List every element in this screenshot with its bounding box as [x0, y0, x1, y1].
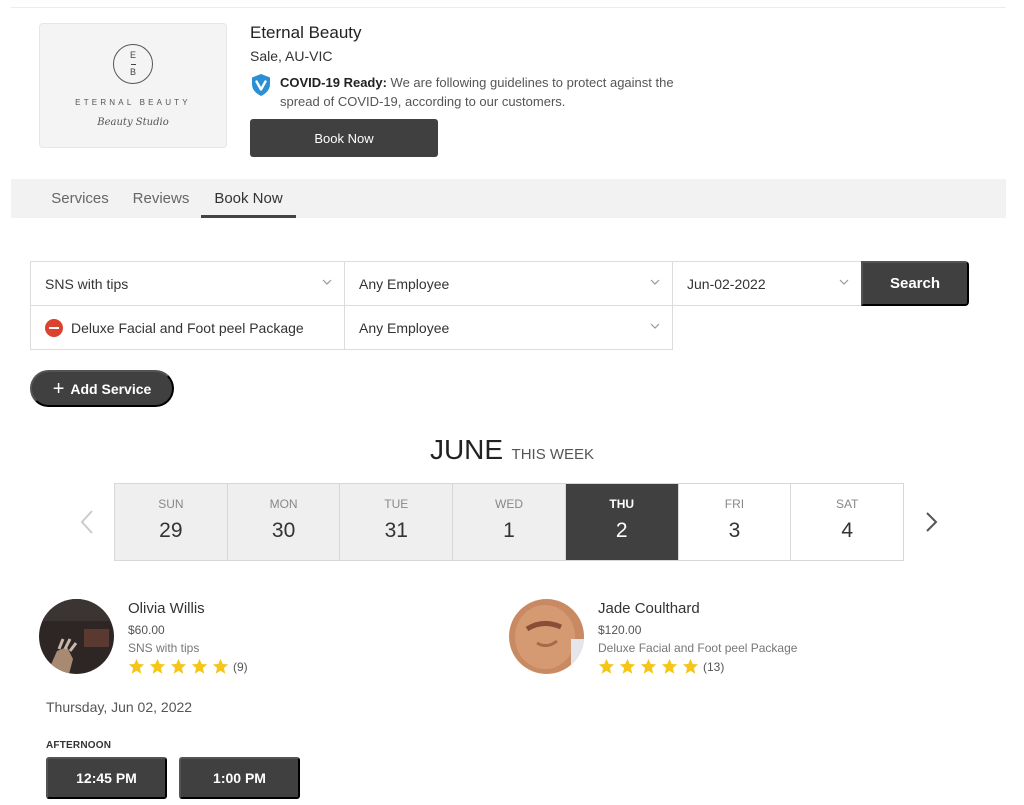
chevron-left-icon[interactable] [79, 508, 95, 536]
business-location: Sale, AU-VIC [250, 48, 333, 64]
service-select-1-value: SNS with tips [45, 275, 129, 292]
star-icon [191, 658, 208, 674]
add-service-label: Add Service [70, 380, 152, 397]
calendar-subtitle: THIS WEEK [511, 446, 595, 463]
date-select-value: Jun-02-2022 [687, 275, 766, 292]
business-logo: E B ETERNAL BEAUTY Beauty Studio [39, 23, 227, 148]
day-cell[interactable]: SAT 4 [791, 484, 904, 560]
day-name: TUE [384, 497, 409, 511]
day-number: 4 [841, 519, 854, 542]
star-icon [682, 658, 699, 674]
logo-monogram-top: E [129, 50, 136, 60]
day-name: THU [609, 497, 635, 511]
logo-monogram-bottom: B [129, 67, 136, 77]
staff-avatar [509, 599, 584, 674]
logo-name: ETERNAL BEAUTY [75, 98, 191, 107]
remove-service-icon[interactable] [45, 318, 63, 337]
tab-reviews[interactable]: Reviews [132, 179, 190, 218]
plus-icon: + [52, 377, 65, 400]
star-icon [661, 658, 678, 674]
logo-monogram-bar [131, 64, 136, 65]
date-select[interactable]: Jun-02-2022 [672, 261, 862, 306]
star-icon [128, 658, 145, 674]
star-icon [149, 658, 166, 674]
chevron-down-icon [650, 279, 660, 285]
day-cell[interactable]: WED 1 [453, 484, 566, 560]
service-select-2[interactable]: Deluxe Facial and Foot peel Package [30, 305, 345, 350]
chevron-down-icon [839, 279, 849, 285]
period-label: AFTERNOON [46, 740, 112, 751]
employee-select-1-value: Any Employee [359, 275, 450, 292]
day-number: 31 [384, 519, 408, 542]
review-count: (13) [703, 659, 725, 674]
day-name: WED [495, 497, 524, 511]
chevron-right-icon[interactable] [924, 508, 940, 536]
day-cell[interactable]: FRI 3 [678, 484, 792, 560]
book-now-button[interactable]: Book Now [250, 119, 438, 157]
staff-service: Deluxe Facial and Foot peel Package [598, 641, 798, 655]
time-slot-button[interactable]: 1:00 PM [179, 757, 300, 799]
day-name: MON [269, 497, 298, 511]
calendar-month: JUNE [429, 434, 504, 465]
day-cell-selected[interactable]: THU 2 [565, 484, 679, 560]
day-cell[interactable]: TUE 31 [340, 484, 454, 560]
covid-label: COVID-19 Ready: [280, 75, 387, 90]
calendar-title: JUNE THIS WEEK [0, 434, 1024, 466]
staff-price: $120.00 [598, 623, 642, 637]
star-icon [170, 658, 187, 674]
employee-select-1[interactable]: Any Employee [344, 261, 673, 306]
shield-check-icon [252, 74, 270, 96]
staff-service: SNS with tips [128, 641, 200, 655]
star-icon [212, 658, 229, 674]
search-button[interactable]: Search [861, 261, 969, 306]
tab-bar: Services Reviews Book Now [11, 179, 1006, 218]
tab-services[interactable]: Services [50, 179, 110, 218]
chevron-down-icon [650, 323, 660, 329]
staff-price: $60.00 [128, 623, 165, 637]
review-count: (9) [233, 659, 248, 674]
day-name: FRI [724, 497, 745, 511]
tab-book-now[interactable]: Book Now [201, 179, 296, 218]
staff-avatar [39, 599, 114, 674]
day-number: 1 [503, 519, 515, 542]
employee-select-2-value: Any Employee [359, 319, 450, 336]
logo-script: Beauty Studio [97, 117, 169, 128]
staff-name: Olivia Willis [128, 600, 205, 617]
add-service-button[interactable]: + Add Service [30, 370, 174, 407]
day-name: SAT [835, 497, 859, 511]
day-cell[interactable]: MON 30 [227, 484, 341, 560]
employee-select-2[interactable]: Any Employee [344, 305, 673, 350]
staff-name: Jade Coulthard [598, 600, 700, 617]
day-number: 30 [271, 519, 296, 542]
day-number: 29 [159, 519, 183, 542]
day-number: 2 [615, 519, 628, 542]
day-cell[interactable]: SUN 29 [115, 484, 228, 560]
star-rating: (9) [128, 658, 248, 675]
day-number: 3 [728, 519, 741, 542]
week-day-picker: SUN 29 MON 30 TUE 31 WED 1 THU 2 FRI 3 S… [114, 483, 904, 561]
star-icon [598, 658, 615, 674]
star-icon [640, 658, 657, 674]
star-icon [619, 658, 636, 674]
top-divider [11, 7, 1006, 8]
time-slot-button[interactable]: 12:45 PM [46, 757, 167, 799]
covid-text: COVID-19 Ready: We are following guideli… [280, 73, 700, 111]
service-select-1[interactable]: SNS with tips [30, 261, 345, 306]
star-rating: (13) [598, 658, 724, 675]
business-name: Eternal Beauty [250, 23, 362, 42]
logo-monogram-circle: E B [113, 44, 153, 84]
selected-date-label: Thursday, Jun 02, 2022 [46, 699, 193, 715]
day-name: SUN [158, 497, 184, 511]
service-select-2-value: Deluxe Facial and Foot peel Package [71, 319, 304, 336]
chevron-down-icon [322, 279, 332, 285]
